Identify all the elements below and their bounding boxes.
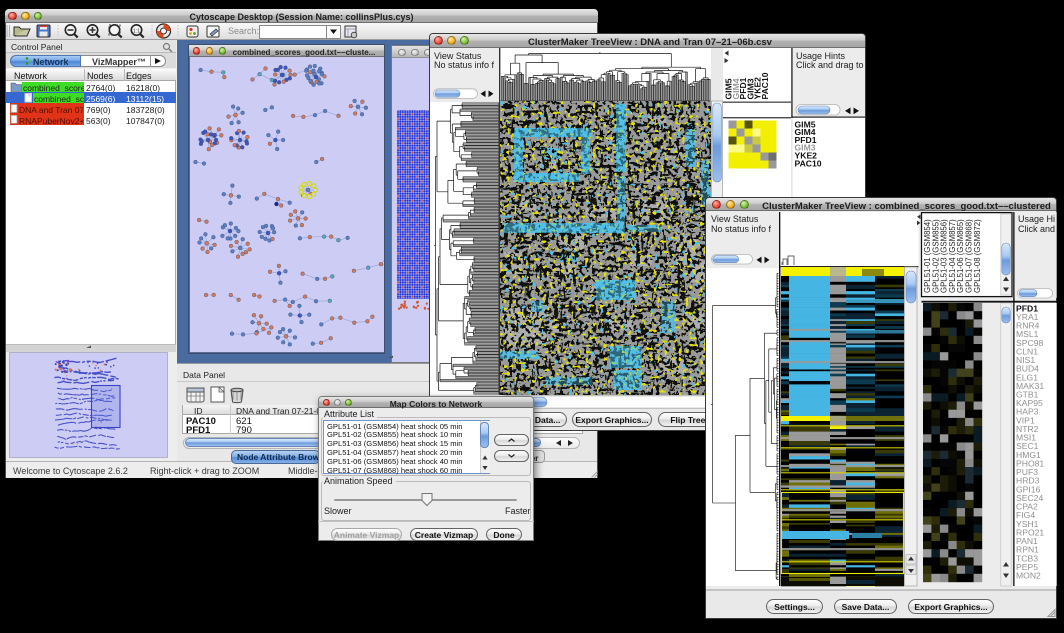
svg-text:MON2: MON2 [1016,571,1041,581]
svg-text:Search:: Search: [228,26,259,36]
svg-text:1:1: 1:1 [133,29,140,35]
svg-text:GPL51-08 (GSM872): GPL51-08 (GSM872) [973,219,982,293]
svg-text:PAC10: PAC10 [795,158,822,168]
svg-text:PAC10: PAC10 [760,72,770,99]
